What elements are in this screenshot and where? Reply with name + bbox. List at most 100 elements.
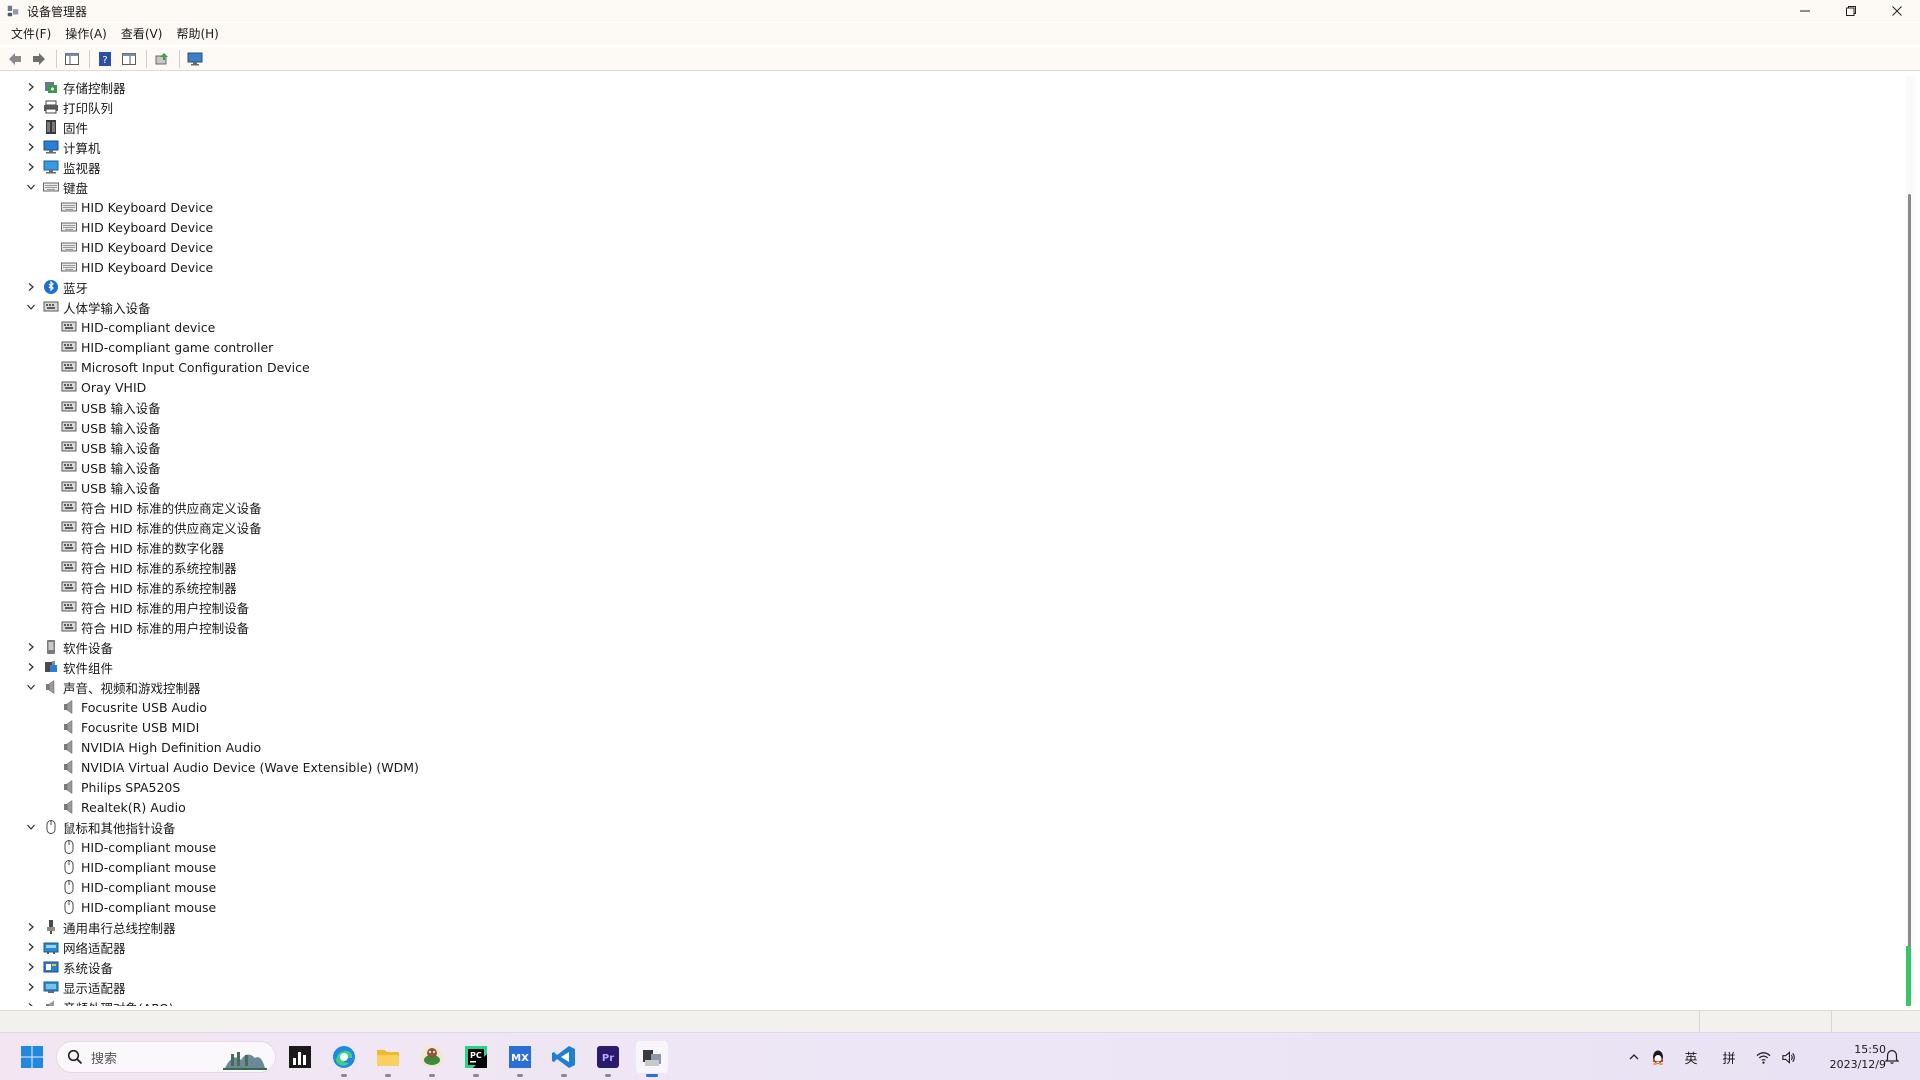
tree-device[interactable]: 符合 HID 标准的数字化器 (61, 537, 224, 557)
tree-category[interactable]: 软件设备 (25, 637, 113, 657)
chevron-right-icon[interactable] (25, 661, 37, 673)
tree-category[interactable]: 打印队列 (25, 97, 113, 117)
tree-device[interactable]: Focusrite USB Audio (61, 697, 207, 717)
tree-device[interactable]: 符合 HID 标准的供应商定义设备 (61, 497, 262, 517)
chevron-right-icon[interactable] (25, 121, 37, 133)
chevron-right-icon[interactable] (25, 641, 37, 653)
vertical-scrollbar[interactable] (1906, 76, 1916, 1006)
chevron-down-icon[interactable] (25, 301, 37, 313)
action-pane-button[interactable] (118, 49, 140, 69)
tree-device[interactable]: Oray VHID (61, 377, 146, 397)
tree-category[interactable]: 软件组件 (25, 657, 113, 677)
chevron-right-icon[interactable] (25, 1001, 37, 1006)
update-driver-button[interactable] (151, 49, 173, 69)
tree-device[interactable]: HID-compliant mouse (61, 857, 216, 877)
chrome-like-taskbar-button[interactable] (416, 1041, 448, 1077)
chevron-right-icon[interactable] (25, 961, 37, 973)
tree-device[interactable]: USB 输入设备 (61, 457, 161, 477)
chevron-down-icon[interactable] (25, 821, 37, 833)
tree-device[interactable]: Focusrite USB MIDI (61, 717, 199, 737)
tree-category[interactable]: 系统设备 (25, 957, 113, 977)
forward-button[interactable] (28, 49, 50, 69)
tree-device[interactable]: NVIDIA High Definition Audio (61, 737, 261, 757)
tree-device[interactable]: 符合 HID 标准的系统控制器 (61, 557, 237, 577)
tree-device[interactable]: HID Keyboard Device (61, 257, 213, 277)
tree-category[interactable]: 计算机 (25, 137, 101, 157)
tree-device[interactable]: USB 输入设备 (61, 397, 161, 417)
premiere-taskbar-button[interactable]: Pr (592, 1041, 624, 1077)
tree-device[interactable]: HID-compliant mouse (61, 877, 216, 897)
task-manager-taskbar-button[interactable] (284, 1041, 316, 1073)
tree-device[interactable]: HID-compliant mouse (61, 837, 216, 857)
edge-taskbar-button[interactable] (328, 1041, 360, 1077)
ime-language[interactable]: 英 (1672, 1048, 1710, 1067)
tree-category[interactable]: 显示适配器 (25, 977, 126, 997)
taskbar-search[interactable]: 搜索 (56, 1041, 276, 1073)
show-hidden-icons-button[interactable] (1624, 1051, 1644, 1063)
close-button[interactable] (1874, 0, 1920, 22)
chevron-right-icon[interactable] (25, 101, 37, 113)
pycharm-taskbar-button[interactable]: PC (460, 1041, 492, 1077)
menu-view[interactable]: 查看(V) (114, 23, 170, 45)
chevron-right-icon[interactable] (25, 941, 37, 953)
show-hide-console-tree-button[interactable] (61, 49, 83, 69)
vscode-taskbar-button[interactable] (548, 1041, 580, 1077)
chevron-down-icon[interactable] (25, 181, 37, 193)
chevron-down-icon[interactable] (25, 681, 37, 693)
tree-device[interactable]: USB 输入设备 (61, 477, 161, 497)
tree-category[interactable]: 蓝牙 (25, 277, 88, 297)
tree-device[interactable]: Microsoft Input Configuration Device (61, 357, 310, 377)
chevron-right-icon[interactable] (25, 281, 37, 293)
chevron-right-icon[interactable] (25, 161, 37, 173)
back-button[interactable] (4, 49, 26, 69)
chevron-right-icon[interactable] (25, 141, 37, 153)
tree-device[interactable]: HID Keyboard Device (61, 197, 213, 217)
tree-device[interactable]: Philips SPA520S (61, 777, 180, 797)
tree-category[interactable]: 人体学输入设备 (25, 297, 151, 317)
tree-device[interactable]: 符合 HID 标准的用户控制设备 (61, 617, 249, 637)
qq-tray-button[interactable] (1644, 1049, 1672, 1065)
tree-item-label: 符合 HID 标准的用户控制设备 (81, 620, 250, 636)
tree-device[interactable]: USB 输入设备 (61, 437, 161, 457)
tree-device[interactable]: 符合 HID 标准的系统控制器 (61, 577, 237, 597)
menu-file[interactable]: 文件(F) (4, 23, 58, 45)
tree-device[interactable]: HID-compliant game controller (61, 337, 273, 357)
notifications-button[interactable] (1884, 1049, 1902, 1067)
hid-icon (61, 579, 77, 595)
chevron-right-icon[interactable] (25, 921, 37, 933)
tree-category[interactable]: 存储控制器 (25, 77, 126, 97)
tree-device[interactable]: HID-compliant device (61, 317, 215, 337)
tree-device[interactable]: 符合 HID 标准的用户控制设备 (61, 597, 249, 617)
tree-category[interactable]: 网络适配器 (25, 937, 126, 957)
tree-device[interactable]: USB 输入设备 (61, 417, 161, 437)
tree-category[interactable]: 音频处理对象(APO) (25, 997, 174, 1006)
menu-help[interactable]: 帮助(H) (169, 23, 225, 45)
scrollbar-thumb[interactable] (1908, 194, 1911, 1006)
tree-device[interactable]: Realtek(R) Audio (61, 797, 186, 817)
mx-taskbar-button[interactable]: MX (504, 1041, 536, 1077)
menu-action[interactable]: 操作(A) (58, 23, 114, 45)
tree-device[interactable]: HID-compliant mouse (61, 897, 216, 917)
tree-category[interactable]: 声音、视频和游戏控制器 (25, 677, 201, 697)
ime-mode[interactable]: 拼 (1710, 1048, 1748, 1067)
tree-device[interactable]: HID Keyboard Device (61, 237, 213, 257)
tree-category[interactable]: 监视器 (25, 157, 101, 177)
tree-device[interactable]: HID Keyboard Device (61, 217, 213, 237)
help-button[interactable]: ? (94, 49, 116, 69)
taskbar-clock[interactable]: 15:50 2023/12/9 (1810, 1042, 1886, 1072)
minimize-button[interactable] (1782, 0, 1828, 22)
tree-category[interactable]: 固件 (25, 117, 88, 137)
tree-category[interactable]: 鼠标和其他指针设备 (25, 817, 176, 837)
tree-device[interactable]: 符合 HID 标准的供应商定义设备 (61, 517, 262, 537)
scan-hardware-button[interactable] (184, 49, 206, 69)
tree-category[interactable]: 通用串行总线控制器 (25, 917, 176, 937)
network-sound-button[interactable] (1756, 1050, 1796, 1065)
tree-category[interactable]: 键盘 (25, 177, 88, 197)
restore-button[interactable] (1828, 0, 1874, 22)
file-explorer-taskbar-button[interactable] (372, 1041, 404, 1077)
start-button[interactable] (20, 1045, 44, 1069)
device-manager-taskbar-button[interactable] (636, 1041, 668, 1077)
chevron-right-icon[interactable] (25, 981, 37, 993)
tree-device[interactable]: NVIDIA Virtual Audio Device (Wave Extens… (61, 757, 419, 777)
chevron-right-icon[interactable] (25, 81, 37, 93)
